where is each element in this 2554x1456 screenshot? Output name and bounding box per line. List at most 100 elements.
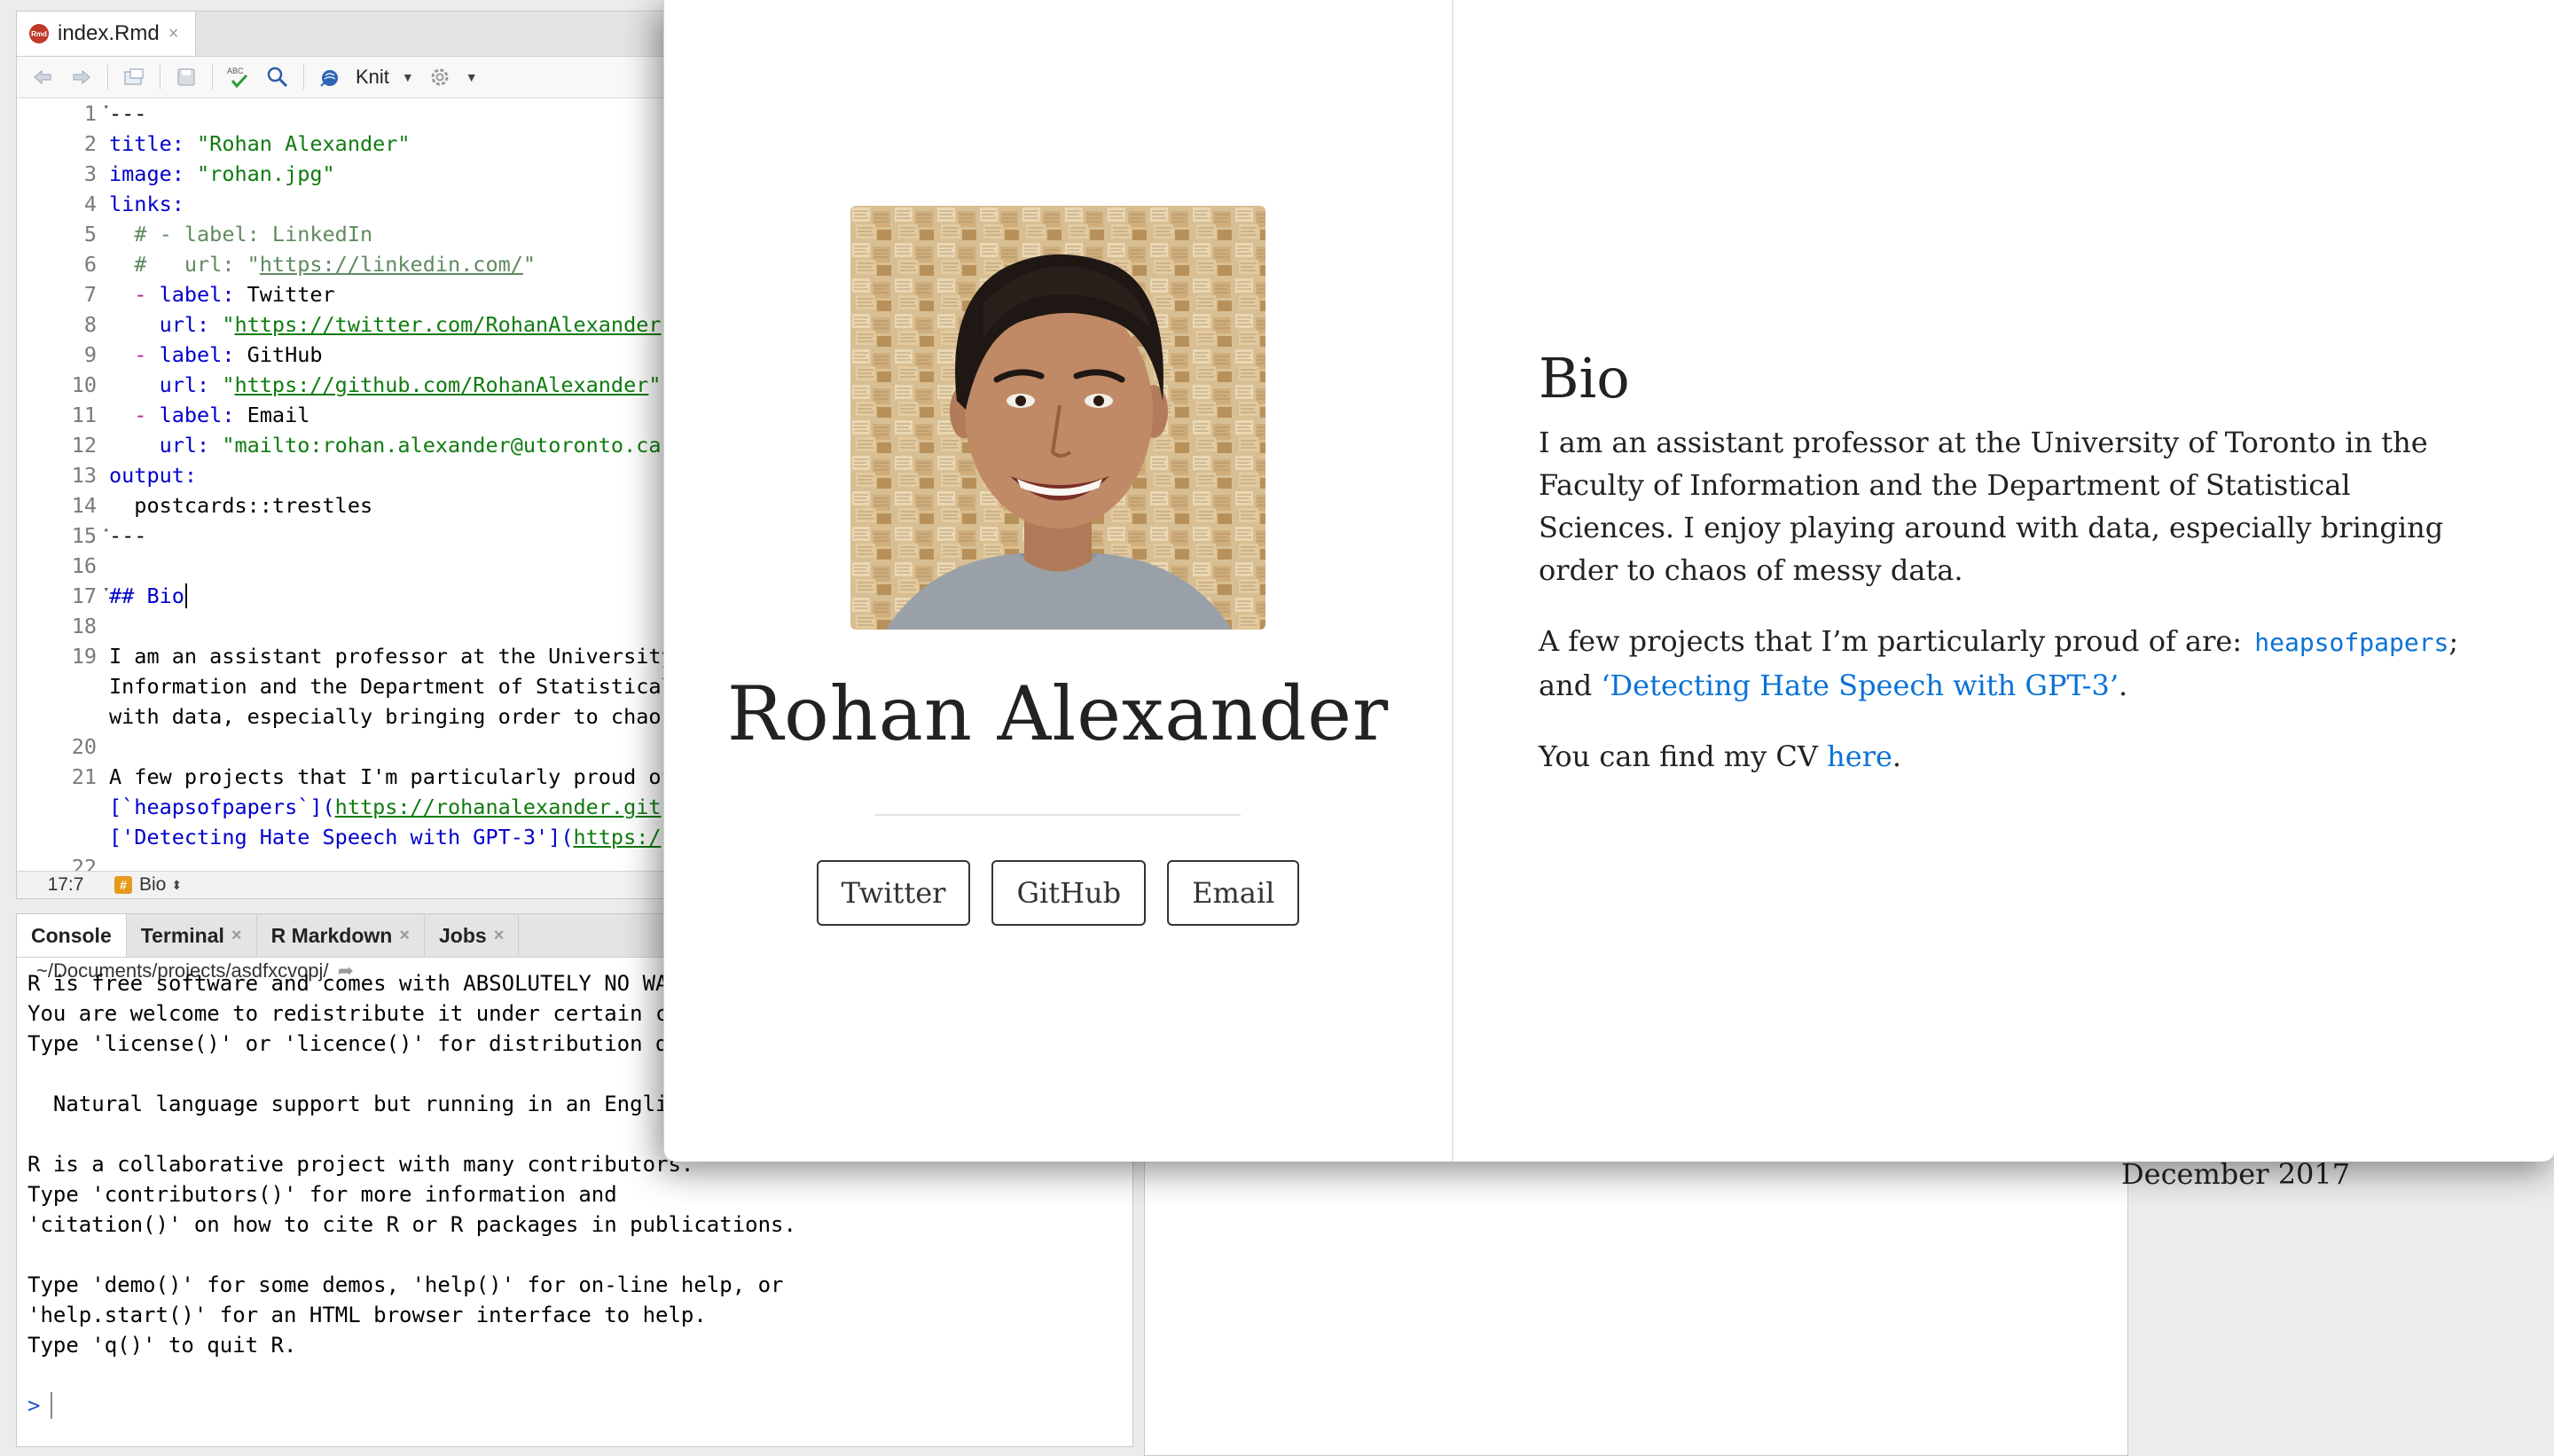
bio-paragraph: I am an assistant professor at the Unive…	[1539, 426, 2444, 587]
toolbar-divider	[303, 65, 304, 90]
fold-toggle-icon[interactable]: ▾	[103, 101, 109, 113]
portrait-image	[850, 206, 1265, 630]
twitter-button[interactable]: Twitter	[816, 860, 971, 926]
line-number: 10	[17, 372, 106, 397]
hate-speech-link[interactable]: ‘Detecting Hate Speech with GPT-3’	[1601, 669, 2119, 702]
line-number: 6	[17, 252, 106, 277]
close-icon[interactable]: ×	[399, 926, 410, 946]
gear-icon[interactable]	[427, 64, 453, 90]
heapsofpapers-link[interactable]: heapsofpapers	[2251, 628, 2448, 657]
code-line: 18	[17, 611, 710, 641]
line-number: 15 ▴	[17, 523, 109, 548]
code-text: # url: "https://linkedin.com/"	[109, 252, 537, 277]
code-line: 19 I am an assistant professor at the Un…	[17, 641, 710, 671]
code-line-wrap: ['Detecting Hate Speech with GPT-3'](htt…	[17, 822, 710, 852]
editor-status-bar: 17:7 # Bio ⬍	[17, 871, 710, 898]
line-number: 5	[17, 222, 106, 247]
line-number: 20	[17, 734, 106, 759]
code-text: ---	[109, 101, 147, 126]
code-line: 22	[17, 852, 710, 872]
line-number: 7	[17, 282, 106, 307]
code-line-wrap: with data, especially bringing order to …	[17, 701, 710, 732]
line-number: 13	[17, 463, 106, 488]
line-number: 3	[17, 161, 106, 186]
search-icon[interactable]	[264, 64, 291, 90]
line-number: 4	[17, 192, 106, 216]
fold-toggle-icon[interactable]: ▴	[103, 523, 109, 535]
projects-paragraph: A few projects that I’m particularly pro…	[1539, 624, 2459, 702]
background-page-text: December 2017	[2121, 1157, 2351, 1191]
file-tab-index-rmd[interactable]: Rmd index.Rmd ×	[17, 12, 196, 56]
knit-button[interactable]: Knit	[356, 66, 389, 89]
code-text: # - label: LinkedIn	[109, 222, 373, 247]
code-line: 4 links:	[17, 189, 710, 219]
code-text: I am an assistant professor at the Unive…	[109, 644, 674, 669]
console-line: Type 'demo()' for some demos, 'help()' f…	[27, 1272, 784, 1297]
close-icon[interactable]: ×	[494, 926, 505, 946]
editor-toolbar: ABC Knit ▼ ▼	[17, 57, 710, 98]
fold-toggle-icon[interactable]: ▾	[103, 583, 109, 595]
file-tab-label: index.Rmd	[58, 21, 160, 45]
tab-r-markdown[interactable]: R Markdown ×	[257, 914, 425, 957]
section-hash-icon: #	[114, 876, 132, 894]
save-icon[interactable]	[173, 64, 200, 90]
line-number: 21	[17, 764, 106, 789]
profile-name: Rohan Alexander	[726, 670, 1390, 757]
tab-terminal[interactable]: Terminal ×	[127, 914, 257, 957]
line-number: 17 ▾	[17, 583, 109, 608]
knit-dropdown-icon[interactable]: ▼	[402, 70, 414, 84]
code-line: 8 url: "https://twitter.com/RohanAlexand…	[17, 309, 710, 340]
code-line: 7 - label: Twitter	[17, 279, 710, 309]
profile-photo	[850, 206, 1265, 630]
line-number: 14	[17, 493, 106, 518]
code-text: url: "https://twitter.com/RohanAlexander	[109, 312, 662, 337]
spellcheck-icon[interactable]: ABC	[225, 64, 252, 90]
cv-link[interactable]: here	[1827, 740, 1892, 773]
toolbar-divider	[212, 65, 213, 90]
rmd-file-icon: Rmd	[29, 24, 49, 43]
console-prompt-line[interactable]: >	[27, 1390, 1132, 1421]
code-text: Information and the Department of Statis…	[109, 674, 674, 699]
code-line: 3 image: "rohan.jpg"	[17, 159, 710, 189]
tab-console[interactable]: Console	[17, 914, 127, 957]
line-number: 22	[17, 855, 106, 872]
tab-jobs[interactable]: Jobs ×	[425, 914, 520, 957]
code-text: url: "mailto:rohan.alexander@utoronto.ca	[109, 433, 662, 458]
code-text: links:	[109, 192, 184, 216]
show-in-window-icon[interactable]	[121, 64, 147, 90]
code-line: 1 ▾ ---	[17, 98, 710, 129]
github-button[interactable]: GitHub	[991, 860, 1147, 926]
text-cursor	[184, 583, 187, 608]
preview-window: Rohan Alexander Twitter GitHub Email Bio…	[663, 0, 2554, 1162]
console-prompt: >	[27, 1393, 41, 1418]
line-number: 2	[17, 131, 106, 156]
social-links: Twitter GitHub Email	[664, 860, 1452, 926]
code-editor[interactable]: 1 ▾ --- 2 title: "Rohan Alexander" 3 imag…	[17, 98, 710, 872]
code-text: A few projects that I'm particularly pro…	[109, 764, 674, 789]
code-text: - label: Twitter	[109, 282, 335, 307]
close-tab-icon[interactable]: ×	[168, 24, 179, 44]
knit-yarn-icon[interactable]	[317, 64, 343, 90]
code-line: 12 url: "mailto:rohan.alexander@utoronto…	[17, 430, 710, 460]
code-text: with data, especially bringing order to …	[109, 704, 674, 729]
forward-arrow-icon[interactable]	[68, 64, 95, 90]
code-line-wrap: Information and the Department of Statis…	[17, 671, 710, 701]
line-number: 16	[17, 553, 106, 578]
cv-paragraph: You can find my CV here.	[1539, 740, 1902, 773]
code-text: ---	[109, 523, 147, 548]
line-number: 1 ▾	[17, 101, 109, 126]
code-text: image: "rohan.jpg"	[109, 161, 335, 186]
section-navigator[interactable]: Bio	[139, 874, 166, 896]
close-icon[interactable]: ×	[231, 926, 242, 946]
toolbar-divider	[107, 65, 108, 90]
toolbar-divider	[160, 65, 161, 90]
email-button[interactable]: Email	[1167, 860, 1300, 926]
back-arrow-icon[interactable]	[29, 64, 56, 90]
code-text: output:	[109, 463, 198, 488]
line-number: 11	[17, 403, 106, 427]
svg-text:ABC: ABC	[227, 67, 244, 75]
section-updown-icon[interactable]: ⬍	[171, 878, 182, 893]
source-editor-pane: Rmd index.Rmd × ABC Knit ▼ ▼ 1 ▾ --- 2 t…	[16, 11, 711, 899]
settings-dropdown-icon[interactable]: ▼	[466, 70, 478, 84]
